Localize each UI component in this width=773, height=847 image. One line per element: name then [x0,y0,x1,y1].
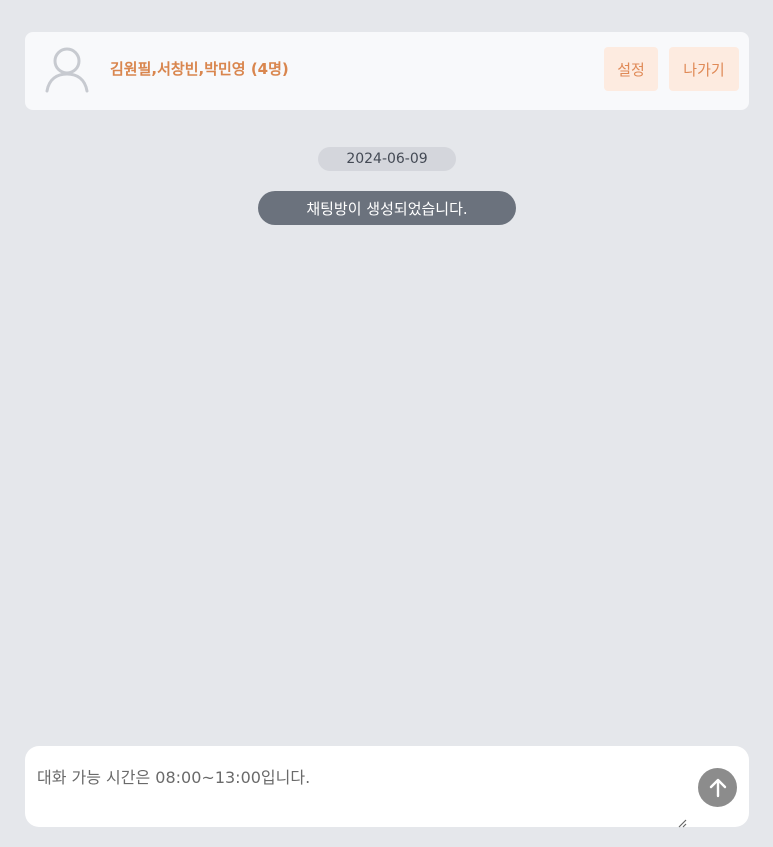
message-composer [25,746,749,828]
leave-button[interactable]: 나가기 [669,47,739,91]
chat-header: 김원필,서창빈,박민영 (4명) 설정 나가기 [25,32,749,110]
user-avatar-icon [39,41,95,97]
send-button[interactable] [698,768,737,807]
resize-handle-icon[interactable] [677,813,687,828]
system-message: 채팅방이 생성되었습니다. [258,191,516,225]
room-title: 김원필,서창빈,박민영 (4명) [110,60,289,78]
message-input[interactable] [25,746,749,827]
settings-button[interactable]: 설정 [604,47,658,91]
date-divider: 2024-06-09 [318,147,456,171]
arrow-up-icon [709,778,726,797]
